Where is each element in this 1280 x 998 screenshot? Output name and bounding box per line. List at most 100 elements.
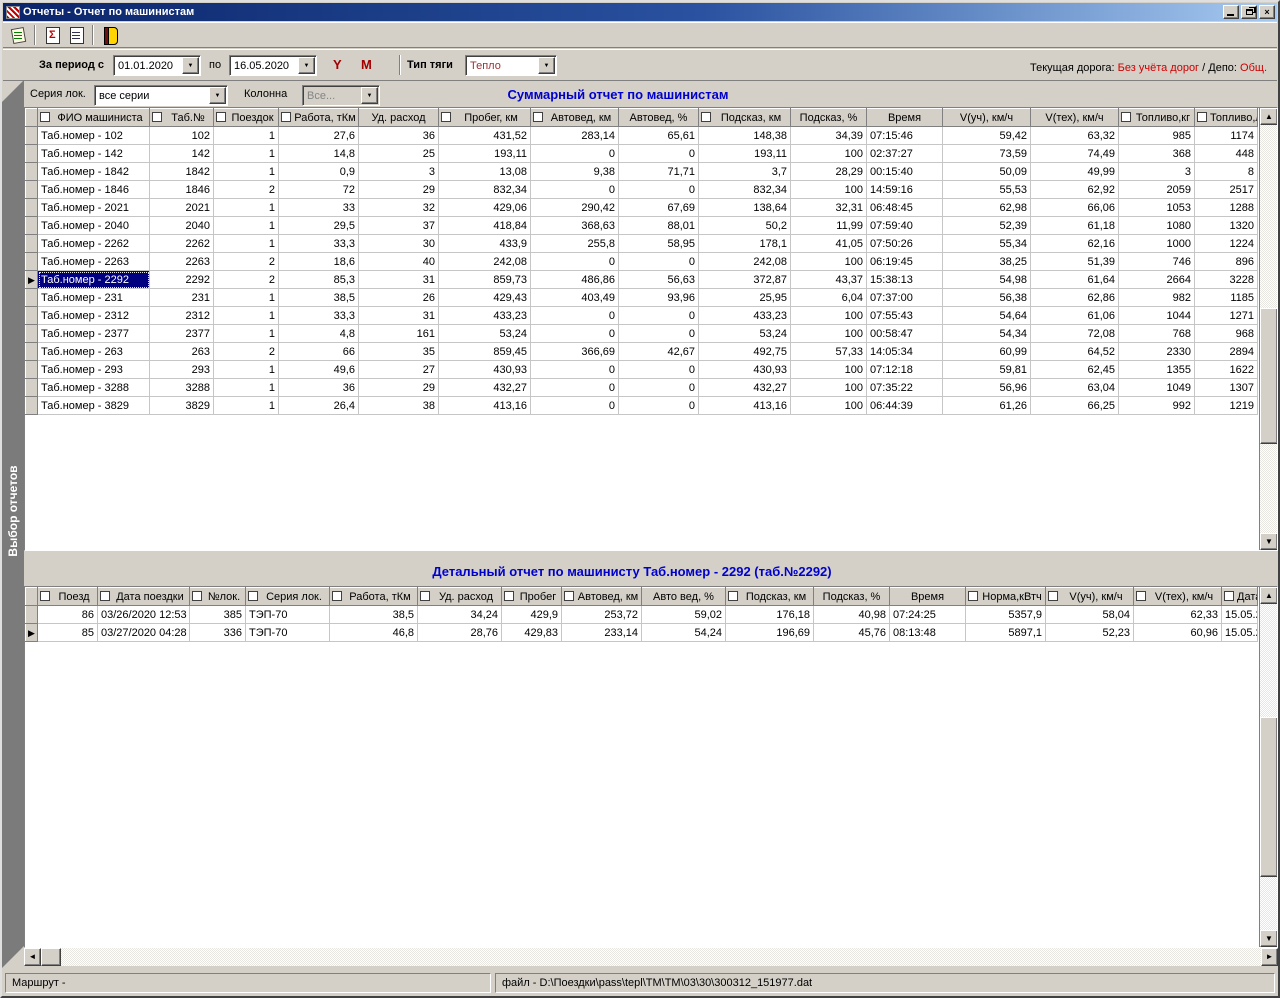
cell[interactable]: 72,08 [1031,325,1119,343]
cell[interactable]: 63,04 [1031,379,1119,397]
cell[interactable]: 71,71 [619,163,699,181]
column-header[interactable]: Топливо,кг [1119,109,1195,127]
cell[interactable]: 27 [359,361,439,379]
chevron-down-icon[interactable]: ▼ [538,57,555,74]
column-header[interactable]: Подсказ, % [791,109,867,127]
column-header[interactable]: V(тех), км/ч [1031,109,1119,127]
column-header[interactable]: Дата поездки [98,588,190,606]
cell[interactable]: 142 [150,145,214,163]
cell[interactable]: 40,98 [814,606,890,624]
cell[interactable]: 429,83 [502,624,562,642]
row-marker[interactable] [26,145,38,163]
column-checkbox[interactable] [1048,591,1058,601]
close-button[interactable]: × [1259,5,1275,19]
cell[interactable]: 06:44:39 [867,397,943,415]
cell[interactable]: 36 [359,127,439,145]
cell[interactable]: 2 [214,253,279,271]
cell[interactable]: 52,23 [1046,624,1134,642]
cell[interactable]: 6,04 [791,289,867,307]
cell[interactable]: 832,34 [699,181,791,199]
cell[interactable]: 07:55:43 [867,307,943,325]
row-marker[interactable] [26,127,38,145]
cell[interactable]: 429,06 [439,199,531,217]
cell[interactable]: 492,75 [699,343,791,361]
chevron-down-icon[interactable]: ▼ [182,57,199,74]
cell[interactable]: 3288 [150,379,214,397]
cell[interactable]: 02:37:27 [867,145,943,163]
cell[interactable]: 982 [1119,289,1195,307]
cell[interactable]: 58,04 [1046,606,1134,624]
cell[interactable]: 0 [531,145,619,163]
cell[interactable]: 25 [359,145,439,163]
cell[interactable]: 62,33 [1134,606,1222,624]
cell[interactable]: 58,95 [619,235,699,253]
cell[interactable]: 29 [359,379,439,397]
row-marker[interactable]: ▶ [26,271,38,289]
cell[interactable]: 07:59:40 [867,217,943,235]
cell[interactable]: 2894 [1195,343,1258,361]
cell[interactable]: 85,3 [279,271,359,289]
column-checkbox[interactable] [40,112,50,122]
column-header[interactable]: Топливо,л [1195,109,1258,127]
cell[interactable]: 15.05.2020 [1222,606,1258,624]
row-marker[interactable] [26,307,38,325]
cell[interactable]: 38,5 [279,289,359,307]
cell[interactable]: 25,95 [699,289,791,307]
cell[interactable]: Таб.номер - 2040 [38,217,150,235]
cell[interactable]: 65,61 [619,127,699,145]
cell[interactable]: 56,96 [943,379,1031,397]
cell[interactable]: 53,24 [699,325,791,343]
cell[interactable]: 1 [214,127,279,145]
cell[interactable]: 45,76 [814,624,890,642]
cell[interactable]: 06:19:45 [867,253,943,271]
cell[interactable]: 3228 [1195,271,1258,289]
cell[interactable]: 992 [1119,397,1195,415]
open-report-button[interactable] [6,24,30,46]
cell[interactable]: 161 [359,325,439,343]
cell[interactable]: 62,98 [943,199,1031,217]
cell[interactable]: 40 [359,253,439,271]
detail-vertical-scrollbar[interactable]: ▲ ▼ [1259,587,1277,947]
cell[interactable]: 429,9 [502,606,562,624]
cell[interactable]: 2377 [150,325,214,343]
cell[interactable]: 0 [619,181,699,199]
column-header[interactable]: Подсказ, % [814,588,890,606]
cell[interactable]: 59,02 [642,606,726,624]
cell[interactable]: 2059 [1119,181,1195,199]
cell[interactable]: Таб.номер - 142 [38,145,150,163]
list-report-button[interactable] [64,24,88,46]
cell[interactable]: 2292 [150,271,214,289]
cell[interactable]: 56,63 [619,271,699,289]
cell[interactable]: 2312 [150,307,214,325]
cell[interactable]: 859,45 [439,343,531,361]
cell[interactable]: 14:59:16 [867,181,943,199]
cell[interactable]: ТЭП-70 [246,624,330,642]
cell[interactable]: 56,38 [943,289,1031,307]
cell[interactable]: 29,5 [279,217,359,235]
cell[interactable]: 61,06 [1031,307,1119,325]
cell[interactable]: 1 [214,307,279,325]
column-checkbox[interactable] [332,591,342,601]
column-checkbox[interactable] [40,591,50,601]
cell[interactable]: 196,69 [726,624,814,642]
cell[interactable]: 1271 [1195,307,1258,325]
cell[interactable]: 985 [1119,127,1195,145]
cell[interactable]: 1320 [1195,217,1258,235]
cell[interactable]: 100 [791,181,867,199]
cell[interactable]: 403,49 [531,289,619,307]
cell[interactable]: Таб.номер - 2312 [38,307,150,325]
cell[interactable]: 231 [150,289,214,307]
cell[interactable]: 3 [359,163,439,181]
cell[interactable]: 0 [619,253,699,271]
column-checkbox[interactable] [248,591,258,601]
cell[interactable]: 15:38:13 [867,271,943,289]
row-marker[interactable] [26,289,38,307]
cell[interactable]: 418,84 [439,217,531,235]
cell[interactable]: 29 [359,181,439,199]
cell[interactable]: 61,18 [1031,217,1119,235]
column-header[interactable]: Подсказ, км [699,109,791,127]
column-checkbox[interactable] [1121,112,1131,122]
cell[interactable]: 55,34 [943,235,1031,253]
cell[interactable]: 54,34 [943,325,1031,343]
cell[interactable]: 93,96 [619,289,699,307]
